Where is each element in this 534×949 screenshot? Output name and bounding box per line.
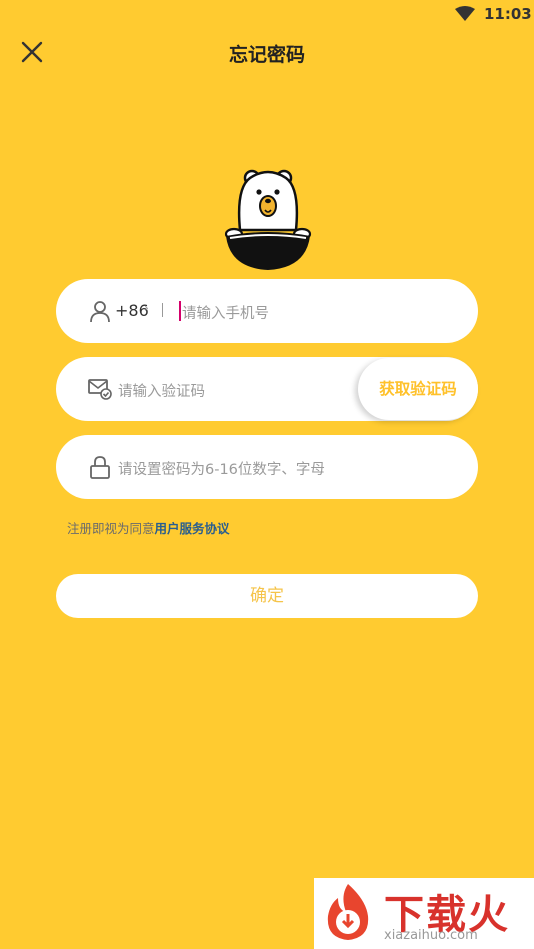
phone-input-field[interactable]: +86 › 请输入手机号 bbox=[56, 279, 478, 343]
bear-mascot-logo bbox=[224, 169, 312, 270]
wifi-icon bbox=[455, 6, 475, 21]
mail-check-icon bbox=[88, 379, 112, 400]
agreement-prefix: 注册即视为同意 bbox=[67, 521, 155, 536]
get-code-button[interactable]: 获取验证码 bbox=[358, 358, 478, 420]
lock-icon bbox=[90, 456, 110, 479]
password-placeholder: 请设置密码为6-16位数字、字母 bbox=[118, 462, 325, 478]
status-bar: 11:03 bbox=[0, 0, 534, 28]
flame-logo-icon bbox=[327, 884, 369, 940]
phone-placeholder: 请输入手机号 bbox=[182, 306, 269, 322]
forgot-password-screen: 11:03 忘记密码 +86 › 请输入手机号 请输入验证码 获取验证码 请设置… bbox=[0, 0, 534, 949]
code-placeholder: 请输入验证码 bbox=[118, 384, 205, 400]
watermark: 下载火 xiazaihuo.com bbox=[314, 878, 534, 949]
user-agreement-link[interactable]: 用户服务协议 bbox=[155, 521, 230, 536]
user-icon bbox=[90, 301, 110, 323]
password-input-field[interactable]: 请设置密码为6-16位数字、字母 bbox=[56, 435, 478, 499]
chevron-right-icon: › bbox=[144, 301, 149, 315]
text-cursor bbox=[179, 301, 181, 321]
status-time: 11:03 bbox=[484, 5, 532, 23]
page-title: 忘记密码 bbox=[228, 44, 305, 66]
verification-code-field[interactable]: 请输入验证码 获取验证码 bbox=[56, 357, 478, 421]
divider bbox=[162, 303, 163, 317]
watermark-url: xiazaihuo.com bbox=[384, 928, 478, 943]
agreement-text: 注册即视为同意用户服务协议 bbox=[67, 518, 230, 537]
confirm-button[interactable]: 确定 bbox=[56, 574, 478, 618]
